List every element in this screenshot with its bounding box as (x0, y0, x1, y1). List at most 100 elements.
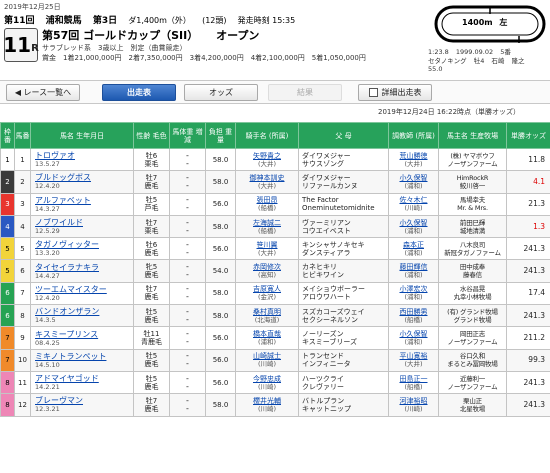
jockey-name-link[interactable]: 今野忠成 (237, 375, 297, 383)
tab-odds[interactable]: オッズ (184, 84, 258, 101)
pedigree-cell: カネヒキリ ヒビキワイン (298, 259, 389, 283)
sire-name: バトルプラン (302, 396, 345, 405)
jockey-name-link[interactable]: 橋本直哉 (237, 330, 297, 338)
load-weight: 56.0 (205, 348, 236, 372)
horse-name-link[interactable]: キスミープリンス (35, 330, 132, 339)
weight-cell: -- (169, 393, 206, 417)
tab-entries[interactable]: 出走表 (102, 84, 176, 101)
horse-name-link[interactable]: ブルドッグボス (35, 173, 132, 182)
jockey-name-link[interactable]: 矢野貴之 (237, 152, 297, 160)
record-rank: 5番 (500, 48, 511, 56)
horse-cell: ブレーヴマン 12.3.21 (30, 393, 134, 417)
horse-name-link[interactable]: ツーエムマイスター (35, 285, 132, 294)
horse-birth: 13.3.20 (35, 249, 60, 258)
sex-age-cell: 牡7 鹿毛 (133, 170, 170, 194)
horse-cell: タイセイラナキラ 14.4.27 (30, 259, 134, 283)
horse-birth: 14.4.27 (35, 271, 60, 280)
course-distance: 1400m (462, 18, 493, 27)
race-conditions: サラブレッド系 3歳以上 別定（曲賞競走） (42, 44, 187, 52)
record-line-2: セタノキング 牡4 石崎 隆之 (428, 57, 530, 66)
sire-name: ノーリーズン (302, 330, 344, 339)
jockey-affiliation: (川崎) (257, 360, 277, 369)
win-odds: 211.2 (506, 326, 550, 350)
jockey-name-link[interactable]: 御神本訓史 (237, 174, 297, 182)
horse-birth: 12.3.21 (35, 405, 60, 414)
horse-name-link[interactable]: タイセイラナキラ (35, 263, 132, 272)
jockey-affiliation: (大井) (257, 181, 277, 190)
jockey-cell: 左海誠二 (船橋) (235, 214, 299, 239)
owner-cell: 馬場幸夫 Mr. & Mrs. (438, 192, 507, 216)
jockey-name-link[interactable]: 左海誠二 (237, 219, 297, 227)
horse-number: 1 (14, 147, 31, 172)
trainer-name-link[interactable]: 小久保智 (390, 219, 437, 227)
horse-name-link[interactable]: ミキノトランペット (35, 352, 132, 361)
sex-age-cell: 牝5 鹿毛 (133, 259, 170, 283)
jockey-cell: 張田昂 (船橋) (235, 192, 299, 216)
trainer-cell: 小久保智 (浦和) (388, 214, 439, 239)
jockey-name-link[interactable]: 桑村真明 (237, 308, 297, 316)
breeder-name: 城地清満 (459, 226, 486, 235)
horse-number: 8 (14, 304, 31, 328)
owner-name: 前田巳輝 (459, 218, 486, 227)
trainer-cell: 西田勝男 (船橋) (388, 304, 439, 328)
owner-name: 田中成奉 (459, 263, 486, 272)
owner-name: 八木良司 (459, 240, 486, 249)
horse-name-link[interactable]: トロヴァオ (35, 151, 132, 160)
back-to-race-list-button[interactable]: ◀ レース一覧へ (6, 84, 80, 101)
horse-birth: 14.3.5 (35, 316, 56, 325)
owner-name: 近藤利一 (459, 374, 486, 383)
trainer-name-link[interactable]: 西田勝男 (390, 308, 437, 316)
trainer-name-link[interactable]: 荒山勝徳 (390, 152, 437, 160)
trainer-cell: 小澤宏次 (浦和) (388, 281, 439, 306)
horse-name-link[interactable]: タガノヴィッター (35, 240, 132, 249)
sex-age: 牡5 (145, 374, 158, 383)
col-load: 負担 重量 (205, 122, 236, 149)
tab-results[interactable]: 結果 (268, 84, 342, 101)
sex-age-cell: 牡5 鹿毛 (133, 348, 170, 372)
win-odds: 17.4 (506, 281, 550, 306)
trainer-name-link[interactable]: 藤田輝信 (390, 263, 437, 271)
race-header: 第11回 浦和競馬 第3日 ダ1,400m（外） (12頭) 発走時刻 15:3… (4, 13, 303, 26)
dam-name: クレヴァリー (302, 382, 344, 391)
trainer-affiliation: (浦和) (404, 338, 423, 347)
trainer-affiliation: (川崎) (404, 404, 423, 413)
trainer-name-link[interactable]: 田島正一 (390, 375, 437, 383)
table-row: 7 10 ミキノトランペット 14.5.10 牡5 鹿毛 - -56.0 山崎誠士 (川崎) トラン… (0, 348, 550, 372)
detailed-entries-button[interactable]: 詳細出走表 (358, 84, 432, 101)
trainer-affiliation: (浦和) (404, 293, 423, 302)
sex-age-cell: 牡11 青鹿毛 (133, 326, 170, 350)
post-time: 発走時刻 15:35 (237, 16, 296, 25)
sex-age: 牡5 (145, 307, 158, 316)
horse-name-link[interactable]: アルファベット (35, 196, 132, 205)
trainer-name-link[interactable]: 森本正 (390, 241, 437, 249)
waku-number: 5 (0, 237, 15, 261)
weight-diff: - (186, 381, 189, 391)
win-odds: 241.3 (506, 259, 550, 283)
trainer-cell: 佐々木仁 (川崎) (388, 192, 439, 216)
trainer-name-link[interactable]: 河津裕昭 (390, 397, 437, 405)
weight-diff: - (186, 247, 189, 257)
jockey-name-link[interactable]: 笹川翼 (237, 241, 297, 249)
sex-age: 牡11 (143, 330, 160, 339)
horse-name-link[interactable]: ブレーヴマン (35, 396, 132, 405)
horse-number: 5 (14, 237, 31, 261)
horse-name-link[interactable]: バンドオンザラン (35, 307, 132, 316)
jockey-name-link[interactable]: 赤岡修次 (237, 263, 297, 271)
owner-name: (有) グランド牧場 (447, 307, 498, 316)
sex-age-cell: 牡6 鹿毛 (133, 237, 170, 261)
jockey-cell: 御神本訓史 (大井) (235, 170, 299, 194)
col-trainer: 調教師 (所属) (388, 122, 439, 149)
trainer-name-link[interactable]: 小久保智 (390, 330, 437, 338)
horse-name-link[interactable]: ノブワイルド (35, 218, 132, 227)
jockey-cell: 今野忠成 (川崎) (235, 370, 299, 395)
pedigree-cell: ヴァーミリアン コウエイベスト (298, 214, 389, 239)
trainer-name-link[interactable]: 小久保智 (390, 174, 437, 182)
race-day: 第3日 (92, 16, 118, 26)
record-line-1: 1:23.8 1999.09.02 5番 (428, 48, 530, 57)
button-bar: ◀ レース一覧へ 出走表 オッズ 結果 詳細出走表 (0, 80, 550, 104)
owner-name: 馬場幸夫 (459, 196, 486, 205)
breeder-name: 鮫川啓一 (459, 181, 486, 190)
sex-age-cell: 牡5 鹿毛 (133, 304, 170, 328)
jockey-name-link[interactable]: 櫻井光輔 (237, 397, 297, 405)
horse-name-link[interactable]: アドマイヤゴッド (35, 374, 132, 383)
